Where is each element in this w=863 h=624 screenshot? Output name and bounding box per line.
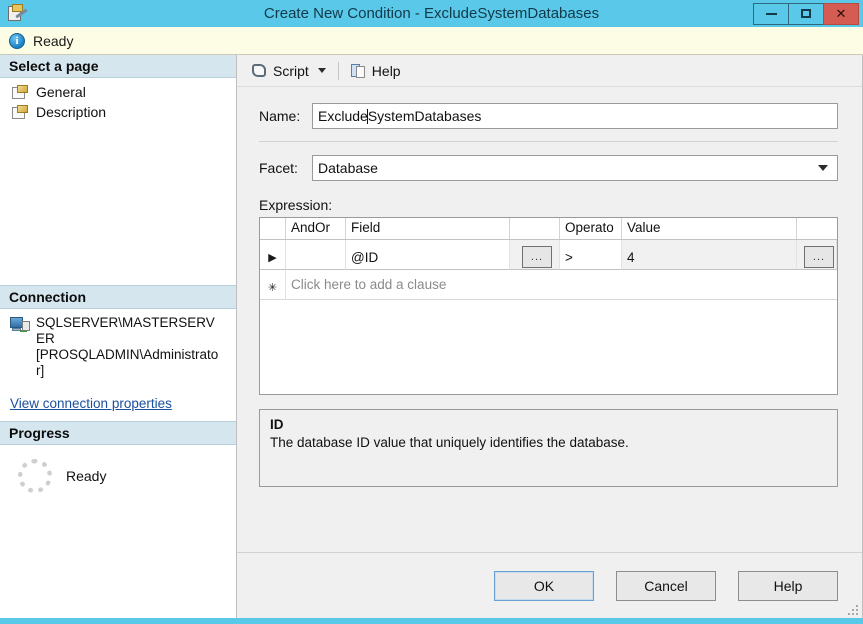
- expression-label: Expression:: [259, 197, 333, 213]
- title-bar[interactable]: Create New Condition - ExcludeSystemData…: [0, 0, 863, 27]
- sidebar-item-description[interactable]: Description: [0, 102, 236, 122]
- description-panel: ID The database ID value that uniquely i…: [259, 409, 838, 487]
- field-ellipsis-button[interactable]: ...: [522, 246, 552, 268]
- cell-operator[interactable]: >: [560, 240, 622, 270]
- description-text: The database ID value that uniquely iden…: [270, 435, 629, 450]
- page-list: General Description: [0, 78, 236, 122]
- facet-label: Facet:: [259, 160, 298, 176]
- expression-grid[interactable]: AndOr Field Operato Value ▶ @ID ... > 4 …: [259, 217, 838, 395]
- cell-value[interactable]: 4: [622, 240, 797, 270]
- condition-icon: [6, 3, 30, 25]
- server-icon: [10, 317, 30, 334]
- field-ellipsis-cell: ...: [510, 240, 560, 270]
- progress-text: Ready: [66, 468, 107, 484]
- facet-value: Database: [318, 160, 378, 176]
- cell-field[interactable]: @ID: [346, 240, 510, 270]
- connection-link-wrap: View connection properties: [0, 381, 236, 421]
- description-title: ID: [270, 417, 284, 432]
- help-label: Help: [371, 62, 401, 79]
- grid-col-field-button: [510, 218, 560, 239]
- name-label: Name:: [259, 108, 301, 124]
- script-button[interactable]: Script: [247, 61, 330, 81]
- script-label: Script: [273, 62, 309, 79]
- ok-button[interactable]: OK: [494, 570, 594, 601]
- form-area: Name: Exclude SystemDatabases Facet: Data…: [237, 87, 862, 552]
- grid-header-row: AndOr Field Operato Value: [260, 218, 837, 240]
- content-pane: Script Help Name: Exclude SystemDatabases: [237, 55, 863, 618]
- grid-col-field: Field: [346, 218, 510, 239]
- new-row-marker: ✳: [260, 270, 286, 300]
- connection-server-text: SQLSERVER\MASTERSERVER [PROSQLADMIN\Admi…: [36, 315, 219, 378]
- facet-row: Facet: Database: [259, 155, 838, 181]
- connection-header: Connection: [0, 285, 236, 309]
- row-marker: ▶: [260, 240, 286, 270]
- spinner-icon: [18, 459, 52, 493]
- help-button[interactable]: Help: [738, 570, 838, 601]
- table-row[interactable]: ▶ @ID ... > 4 ...: [260, 240, 837, 270]
- sidebar-item-label: General: [36, 84, 86, 100]
- close-button[interactable]: ✕: [823, 2, 859, 25]
- toolbar: Script Help: [237, 55, 862, 87]
- connection-info: SQLSERVER\MASTERSERVER [PROSQLADMIN\Admi…: [0, 309, 236, 381]
- grid-empty-area: [260, 300, 837, 394]
- footer: OK Cancel Help: [237, 552, 862, 618]
- minimize-icon: [765, 12, 777, 15]
- status-text: Ready: [33, 32, 74, 49]
- facet-select[interactable]: Database: [312, 155, 838, 181]
- script-icon: [251, 63, 268, 79]
- page-icon: [12, 84, 29, 100]
- close-icon: ✕: [835, 5, 847, 21]
- sidebar-item-general[interactable]: General: [0, 82, 236, 102]
- sidebar-item-label: Description: [36, 104, 107, 120]
- add-clause-row[interactable]: ✳ Click here to add a clause: [260, 270, 837, 300]
- toolbar-divider: [337, 61, 339, 80]
- info-icon: i: [9, 32, 25, 49]
- resize-grip[interactable]: [846, 603, 858, 615]
- cell-andor[interactable]: [286, 240, 346, 270]
- cancel-button[interactable]: Cancel: [616, 570, 716, 601]
- progress-info: Ready: [0, 445, 236, 618]
- dialog-body: Select a page General Description Connec…: [0, 55, 863, 618]
- name-value-after-caret: SystemDatabases: [367, 108, 482, 124]
- grid-col-value-button: [797, 218, 837, 239]
- window-bottom-edge: [0, 618, 863, 624]
- sidebar-spacer: [0, 122, 236, 285]
- progress-header: Progress: [0, 421, 236, 445]
- value-ellipsis-cell: ...: [797, 240, 837, 270]
- help-icon: [350, 63, 367, 79]
- select-a-page-header: Select a page: [0, 55, 236, 78]
- window-controls: ✕: [753, 2, 863, 25]
- maximize-icon: [801, 9, 811, 18]
- form-divider: [259, 141, 838, 142]
- maximize-button[interactable]: [788, 2, 824, 25]
- create-new-condition-dialog: Create New Condition - ExcludeSystemData…: [0, 0, 863, 624]
- help-toolbar-button[interactable]: Help: [347, 61, 405, 81]
- grid-col-operator: Operato: [560, 218, 622, 239]
- view-connection-properties-link[interactable]: View connection properties: [10, 396, 172, 411]
- minimize-button[interactable]: [753, 2, 789, 25]
- add-clause-placeholder[interactable]: Click here to add a clause: [286, 270, 837, 300]
- name-value-before-caret: Exclude: [318, 108, 368, 124]
- sidebar: Select a page General Description Connec…: [0, 55, 237, 618]
- status-bar: i Ready: [0, 27, 863, 55]
- chevron-down-icon: [818, 165, 828, 171]
- grid-col-value: Value: [622, 218, 797, 239]
- chevron-down-icon[interactable]: [317, 68, 326, 73]
- window-title: Create New Condition - ExcludeSystemData…: [263, 5, 600, 22]
- grid-col-andor: AndOr: [286, 218, 346, 239]
- page-icon: [12, 104, 29, 120]
- value-ellipsis-button[interactable]: ...: [804, 246, 834, 268]
- name-row: Name: Exclude SystemDatabases: [259, 103, 838, 129]
- name-input[interactable]: Exclude SystemDatabases: [312, 103, 838, 129]
- grid-col-marker: [260, 218, 286, 239]
